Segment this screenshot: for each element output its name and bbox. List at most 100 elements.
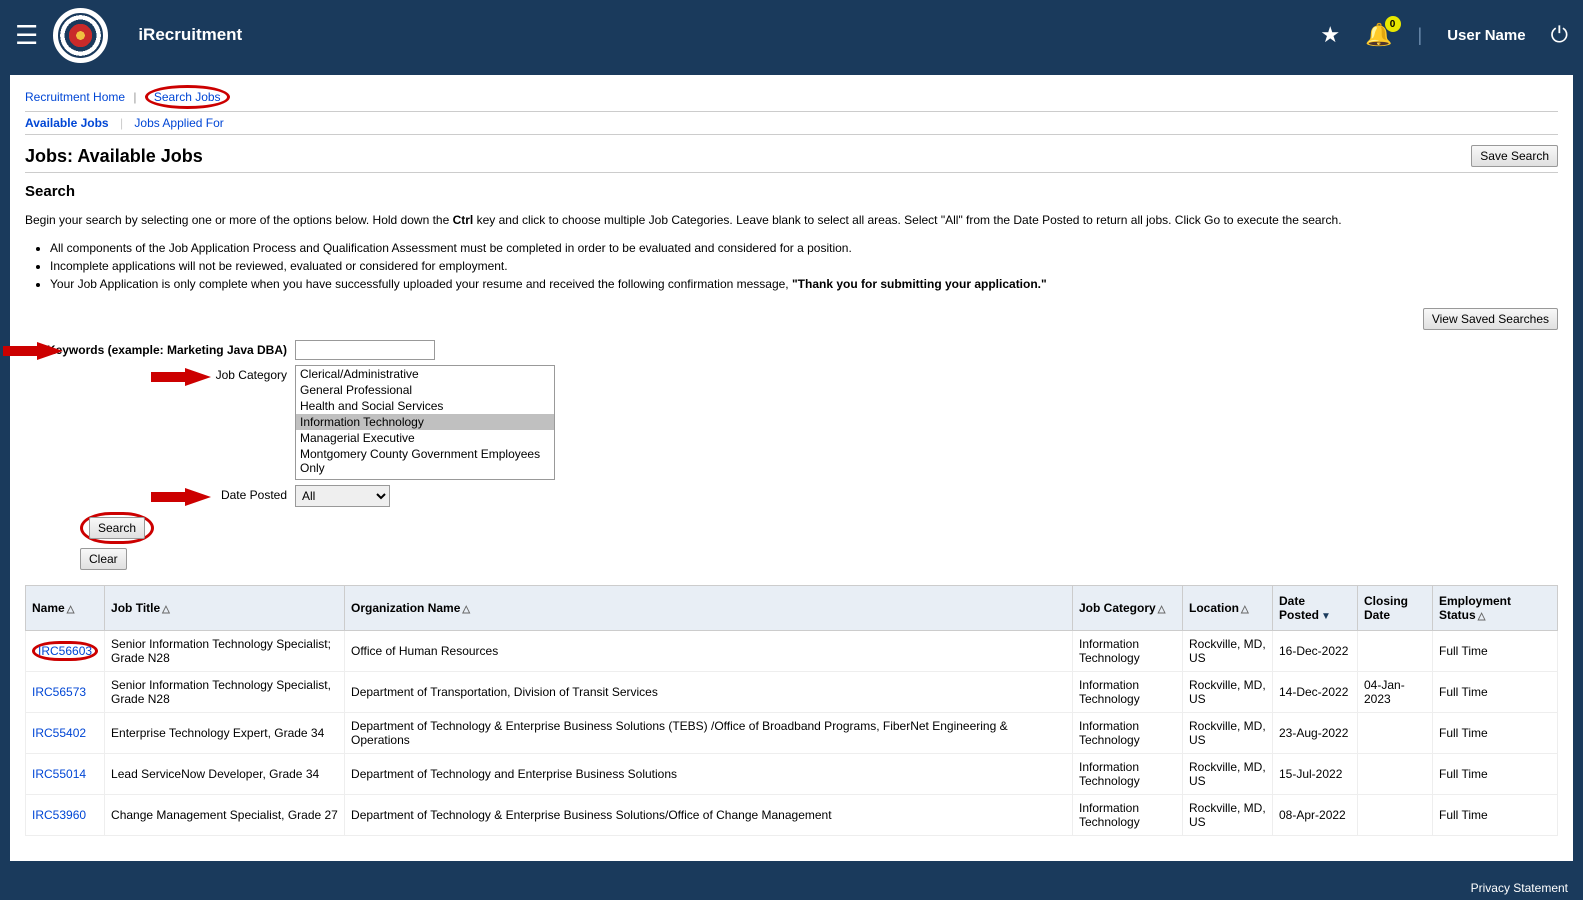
keywords-row: Keywords (example: Marketing Java DBA) [25, 340, 1558, 360]
cell-category: Information Technology [1073, 671, 1183, 712]
cell-employment-status: Full Time [1433, 630, 1558, 671]
category-option[interactable]: Health and Social Services [296, 398, 554, 414]
instruction-bullets: All components of the Job Application Pr… [50, 239, 1558, 293]
keywords-input[interactable] [295, 340, 435, 360]
cell-location: Rockville, MD, US [1183, 630, 1273, 671]
annotation-arrow-icon [185, 488, 211, 506]
category-option[interactable]: Clerical/Administrative [296, 366, 554, 382]
sort-asc-icon: △ [1158, 604, 1166, 615]
search-section-title: Search [25, 183, 1558, 200]
save-search-button[interactable]: Save Search [1471, 145, 1558, 167]
cell-date-posted: 14-Dec-2022 [1273, 671, 1358, 712]
hamburger-menu-icon[interactable]: ☰ [15, 20, 38, 51]
col-header-location[interactable]: Location△ [1183, 585, 1273, 630]
page-header: Jobs: Available Jobs Save Search [25, 145, 1558, 173]
cell-employment-status: Full Time [1433, 671, 1558, 712]
table-row: IRC55402 Enterprise Technology Expert, Gr… [26, 712, 1558, 753]
bullet-item: Your Job Application is only complete wh… [50, 275, 1558, 293]
table-row: IRC53960 Change Management Specialist, Gr… [26, 794, 1558, 835]
cell-job-title: Enterprise Technology Expert, Grade 34 [105, 712, 345, 753]
cell-category: Information Technology [1073, 630, 1183, 671]
sort-asc-icon: △ [67, 604, 75, 615]
annotation-arrow-icon [37, 342, 63, 360]
cell-category: Information Technology [1073, 712, 1183, 753]
job-id-link[interactable]: IRC56603 [38, 644, 92, 658]
search-buttons: Search Clear [80, 512, 1558, 570]
cell-location: Rockville, MD, US [1183, 794, 1273, 835]
content-area: Recruitment Home | Search Jobs Available… [10, 75, 1573, 861]
sort-desc-icon: ▼ [1321, 611, 1331, 622]
cell-name: IRC56573 [26, 671, 105, 712]
category-option[interactable]: Managerial Executive [296, 430, 554, 446]
breadcrumb: Recruitment Home | Search Jobs [25, 85, 1558, 109]
col-header-closing-date[interactable]: Closing Date [1358, 585, 1433, 630]
bullet-item: All components of the Job Application Pr… [50, 239, 1558, 257]
sort-asc-icon: △ [1478, 611, 1486, 622]
category-option[interactable]: Information Technology [296, 414, 554, 430]
cell-name: IRC56603 [26, 630, 105, 671]
results-table: Name△ Job Title△ Organization Name△ Job … [25, 585, 1558, 836]
col-header-date-posted[interactable]: Date Posted▼ [1273, 585, 1358, 630]
col-header-employment-status[interactable]: Employment Status△ [1433, 585, 1558, 630]
date-posted-select[interactable]: All [295, 485, 390, 507]
privacy-statement-link[interactable]: Privacy Statement [1471, 881, 1568, 895]
power-icon[interactable]: ⏻ [1551, 22, 1568, 48]
breadcrumb-current-link[interactable]: Search Jobs [154, 90, 221, 104]
cell-closing-date [1358, 753, 1433, 794]
cell-employment-status: Full Time [1433, 712, 1558, 753]
table-row: IRC55014Lead ServiceNow Developer, Grade… [26, 753, 1558, 794]
col-header-category[interactable]: Job Category△ [1073, 585, 1183, 630]
col-header-organization[interactable]: Organization Name△ [345, 585, 1073, 630]
search-button[interactable]: Search [89, 517, 145, 539]
user-name-label[interactable]: User Name [1447, 27, 1525, 44]
job-id-link[interactable]: IRC55014 [32, 767, 86, 781]
job-id-link[interactable]: IRC53960 [32, 808, 86, 822]
job-category-select[interactable]: Clerical/AdministrativeGeneral Professio… [295, 365, 555, 480]
cell-employment-status: Full Time [1433, 794, 1558, 835]
category-option[interactable]: Montgomery County Government Employees O… [296, 446, 554, 476]
cell-date-posted: 15-Jul-2022 [1273, 753, 1358, 794]
cell-location: Rockville, MD, US [1183, 671, 1273, 712]
tab-divider: | [120, 116, 123, 130]
breadcrumb-separator: | [133, 90, 136, 104]
star-icon[interactable]: ★ [1320, 22, 1340, 48]
cell-organization: Office of Human Resources [345, 630, 1073, 671]
page-title: Jobs: Available Jobs [25, 146, 203, 167]
cell-job-title: Senior Information Technology Specialist… [105, 671, 345, 712]
cell-date-posted: 23-Aug-2022 [1273, 712, 1358, 753]
keywords-label: Keywords (example: Marketing Java DBA) [25, 340, 295, 357]
col-header-job-title[interactable]: Job Title△ [105, 585, 345, 630]
notifications-button[interactable]: 🔔 0 [1365, 22, 1392, 48]
seal-graphic [58, 13, 103, 58]
cell-closing-date [1358, 630, 1433, 671]
clear-button[interactable]: Clear [80, 548, 127, 570]
cell-employment-status: Full Time [1433, 753, 1558, 794]
county-seal-logo[interactable] [53, 8, 108, 63]
tab-available-jobs[interactable]: Available Jobs [25, 116, 109, 130]
sort-asc-icon: △ [1241, 604, 1249, 615]
search-form: Keywords (example: Marketing Java DBA) J… [25, 340, 1558, 570]
cell-closing-date [1358, 712, 1433, 753]
cell-location: Rockville, MD, US [1183, 712, 1273, 753]
job-id-link[interactable]: IRC56573 [32, 685, 86, 699]
cell-job-title: Change Management Specialist, Grade 27 [105, 794, 345, 835]
breadcrumb-home-link[interactable]: Recruitment Home [25, 90, 125, 104]
cell-date-posted: 08-Apr-2022 [1273, 794, 1358, 835]
cell-category: Information Technology [1073, 753, 1183, 794]
search-section: Search Begin your search by selecting on… [25, 183, 1558, 836]
category-option[interactable]: General Professional [296, 382, 554, 398]
cell-location: Rockville, MD, US [1183, 753, 1273, 794]
annotation-circle: Search [80, 512, 154, 544]
cell-job-title: Senior Information Technology Specialist… [105, 630, 345, 671]
cell-organization: Department of Technology & Enterprise Bu… [345, 794, 1073, 835]
job-id-link[interactable]: IRC55402 [32, 726, 86, 740]
cell-organization: Department of Technology and Enterprise … [345, 753, 1073, 794]
bullet-item: Incomplete applications will not be revi… [50, 257, 1558, 275]
sort-asc-icon: △ [162, 604, 170, 615]
tab-jobs-applied-for[interactable]: Jobs Applied For [134, 116, 223, 130]
view-saved-searches-button[interactable]: View Saved Searches [1423, 308, 1558, 330]
category-option[interactable]: Public Safety [296, 476, 554, 480]
footer: Privacy Statement [0, 876, 1583, 900]
intro-text: Begin your search by selecting one or mo… [25, 212, 1558, 229]
col-header-name[interactable]: Name△ [26, 585, 105, 630]
